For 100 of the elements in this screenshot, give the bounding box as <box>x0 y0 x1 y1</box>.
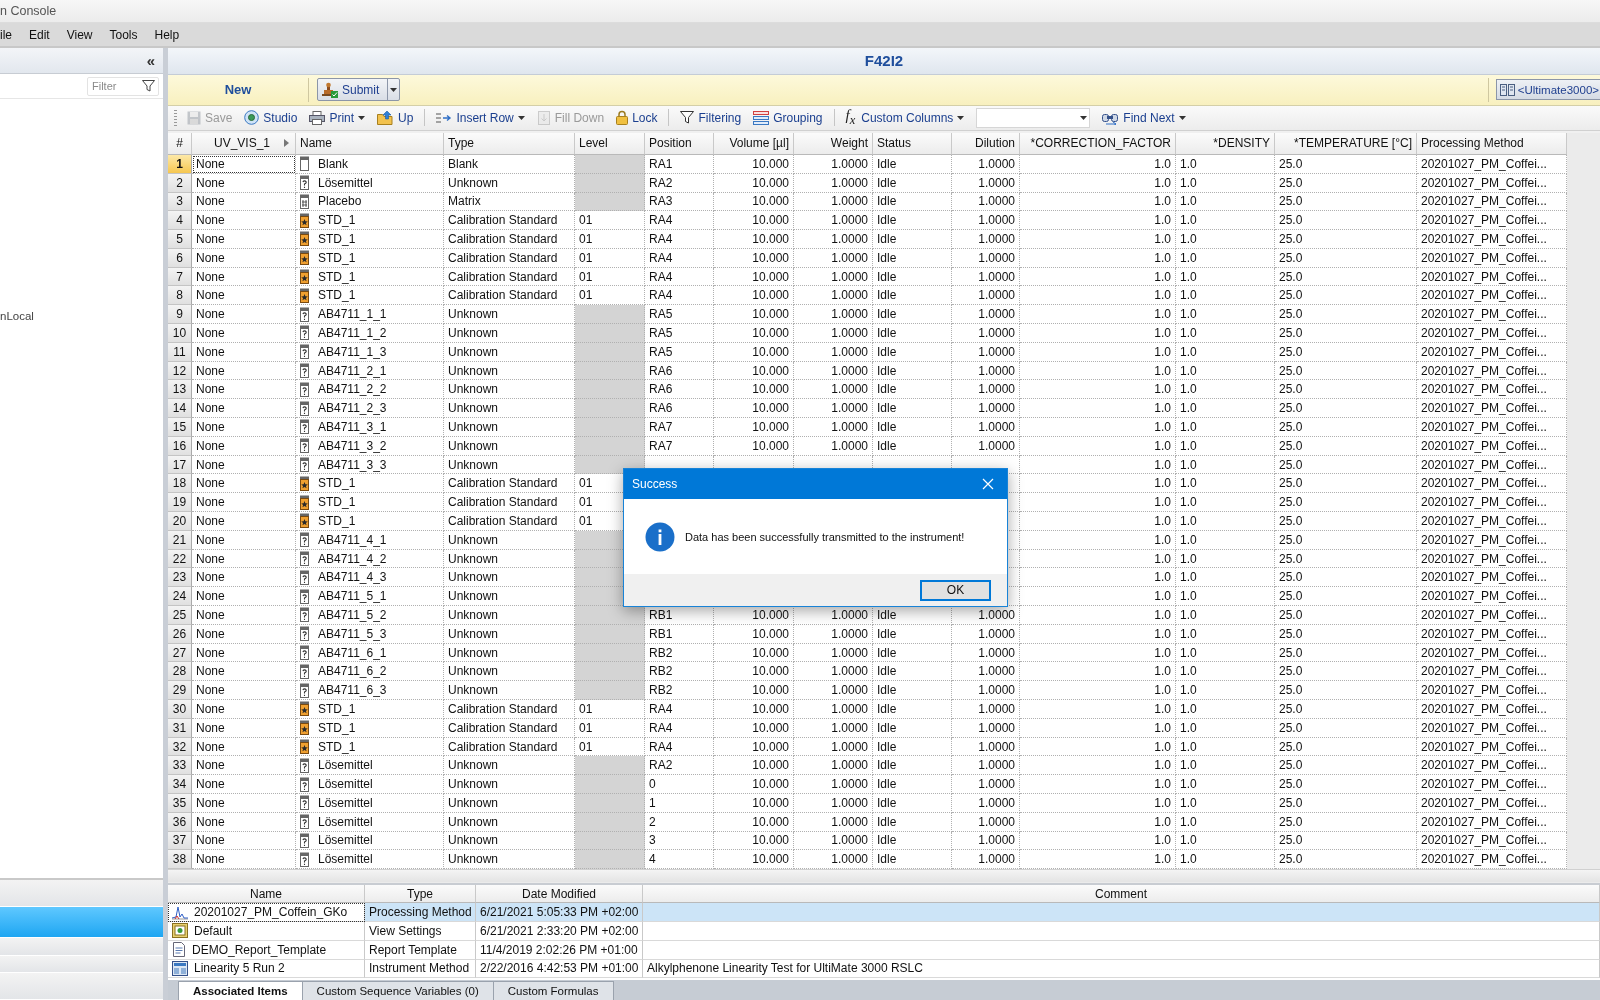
table-cell: 1.0 <box>1176 286 1275 306</box>
horizontal-scrollbar[interactable] <box>168 869 1600 883</box>
table-cell: Idle <box>873 286 952 306</box>
toolbar-button[interactable]: Insert Row <box>432 107 529 129</box>
table-cell: None <box>192 587 296 607</box>
column-header[interactable]: # <box>168 132 192 155</box>
column-header[interactable]: Comment <box>643 885 1600 904</box>
column-header[interactable]: Position <box>645 132 714 155</box>
table-cell: AB4711_5_1 <box>318 589 387 604</box>
column-header[interactable]: UV_VIS_1 <box>192 132 296 155</box>
column-header[interactable]: Processing Method <box>1417 132 1567 155</box>
column-header[interactable]: Name <box>296 132 444 155</box>
table-cell: AB4711_4_1 <box>318 532 387 547</box>
row-number[interactable]: 18 <box>168 474 192 494</box>
column-header[interactable]: *DENSITY <box>1176 132 1275 155</box>
table-cell: 1.0000 <box>952 305 1020 325</box>
column-header[interactable]: Type <box>444 132 575 155</box>
table-cell: None <box>192 756 296 776</box>
toolbar-button[interactable]: Find Next <box>1098 107 1190 129</box>
menu-item[interactable]: View <box>66 27 93 42</box>
row-number[interactable]: 28 <box>168 662 192 682</box>
menu-item[interactable]: ile <box>0 27 12 42</box>
row-number[interactable]: 30 <box>168 700 192 719</box>
row-number[interactable]: 15 <box>168 418 192 437</box>
column-header[interactable]: *CORRECTION_FACTOR <box>1020 132 1176 155</box>
row-number[interactable]: 20 <box>168 512 192 531</box>
table-cell: 20201027_PM_Coffei... <box>1417 568 1567 588</box>
table-cell: AB4711_6_3 <box>318 683 387 698</box>
tab[interactable]: Custom Formulas <box>492 981 614 1000</box>
row-number[interactable]: 19 <box>168 493 192 513</box>
table-cell: None <box>192 286 296 306</box>
collapse-button[interactable]: « <box>146 52 155 69</box>
sidebar-row[interactable] <box>0 906 163 938</box>
toolbar-button[interactable]: Up <box>373 107 418 129</box>
table-cell: Lösemittel <box>318 852 373 867</box>
row-number[interactable]: 9 <box>168 305 192 325</box>
caret-icon <box>1178 115 1186 120</box>
instrument-icon <box>1499 82 1515 97</box>
tab[interactable]: Custom Sequence Variables (0) <box>301 981 494 1000</box>
ok-button[interactable]: OK <box>920 579 991 601</box>
menu-item[interactable]: Help <box>154 27 180 42</box>
menu-item[interactable]: Tools <box>109 27 138 42</box>
column-header[interactable]: Name <box>168 885 365 904</box>
toolbar-button[interactable]: Studio <box>240 107 302 129</box>
row-number[interactable]: 24 <box>168 587 192 607</box>
row-number[interactable]: 4 <box>168 211 192 231</box>
column-header[interactable]: Volume [µl] <box>714 132 794 155</box>
tab[interactable]: Associated Items <box>178 981 303 1000</box>
row-number[interactable]: 25 <box>168 606 192 625</box>
row-number[interactable]: 14 <box>168 399 192 419</box>
item-row[interactable]: Default View Settings 6/21/2021 2:33:20 PM +02:00 <box>168 921 1600 941</box>
instrument-button[interactable]: <Ultimate3000> <box>1495 79 1600 101</box>
row-number[interactable]: 35 <box>168 794 192 813</box>
row-number[interactable]: 33 <box>168 756 192 776</box>
column-header[interactable]: Status <box>873 132 952 155</box>
table-cell: 1.0 <box>1176 305 1275 325</box>
table-cell: AB4711_1_2 <box>318 325 387 340</box>
row-number[interactable]: 23 <box>168 568 192 588</box>
column-header[interactable]: *TEMPERATURE [°C] <box>1275 132 1417 155</box>
column-header[interactable]: Level <box>575 132 645 155</box>
stamp-icon <box>321 81 339 98</box>
row-number[interactable]: 13 <box>168 380 192 400</box>
column-header[interactable]: Date Modified <box>476 885 643 904</box>
filter-field[interactable]: Filter <box>87 76 159 96</box>
sidebar-row[interactable] <box>0 880 163 907</box>
table-cell: Calibration Standard <box>444 512 575 531</box>
search-combo-field[interactable] <box>976 107 1091 128</box>
row-number[interactable]: 5 <box>168 230 192 249</box>
row-number[interactable]: 10 <box>168 324 192 343</box>
table-cell: Idle <box>873 230 952 249</box>
sidebar-row[interactable] <box>0 973 163 1000</box>
table-cell: 1.0 <box>1020 399 1176 419</box>
row-number[interactable]: 29 <box>168 681 192 700</box>
toolbar-button[interactable]: Lock <box>612 107 662 129</box>
table-cell: 25.0 <box>1275 775 1417 794</box>
item-row[interactable]: DEMO_Report_Template Report Template 11/4/2019 2:02:26 PM +01:00 <box>168 940 1600 960</box>
tree-item[interactable]: nLocal <box>0 310 34 322</box>
column-header[interactable]: Type <box>365 885 476 904</box>
item-row[interactable]: Linearity 5 Run 2 Instrument Method 2/22/2016 4:42:53 PM +01:00 Alkylphenone Linearity Test for UltiMate 3000 RSLC <box>168 959 1600 979</box>
row-number[interactable]: 38 <box>168 850 192 870</box>
column-header[interactable]: Dilution <box>952 132 1020 155</box>
table-cell: STD_1 <box>318 213 356 228</box>
expand-arrow-icon <box>284 139 289 148</box>
item-row[interactable]: 20201027_PM_Coffein_GKo Processing Method 6/21/2021 5:05:33 PM +02:00 <box>168 903 1600 922</box>
menu-item[interactable]: Edit <box>29 27 50 42</box>
table-cell: Idle <box>873 211 952 231</box>
toolbar-button[interactable]: f$_{x}$ Custom Columns <box>841 107 969 129</box>
row-number[interactable]: 34 <box>168 775 192 794</box>
toolbar-button[interactable]: Filtering <box>676 107 746 129</box>
toolbar-button[interactable]: Grouping <box>749 107 827 129</box>
row-number[interactable]: 8 <box>168 286 192 306</box>
column-header[interactable]: Weight <box>794 132 873 155</box>
toolbar-button[interactable]: Print <box>305 107 370 129</box>
table-cell: 1.0 <box>1176 418 1275 437</box>
fill-down-icon <box>536 110 551 125</box>
stacked-rows-icon <box>753 110 770 125</box>
table-cell: 1.0 <box>1176 230 1275 249</box>
table-cell: Instrument Method <box>369 961 470 976</box>
table-cell: Idle <box>873 700 952 719</box>
table-cell: STD_1 <box>318 701 356 716</box>
